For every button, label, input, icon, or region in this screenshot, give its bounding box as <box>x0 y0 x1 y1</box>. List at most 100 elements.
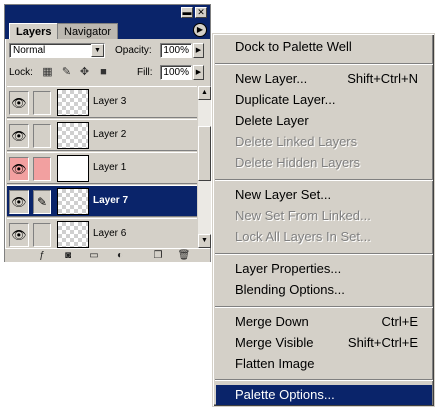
menu-item-label: New Layer Set... <box>235 187 332 202</box>
layer-name: Layer 1 <box>93 162 127 173</box>
eye-icon[interactable]: 👁 <box>9 223 29 247</box>
add-mask-icon[interactable]: ◙ <box>61 249 75 262</box>
layer-row-selected[interactable]: 👁 ✎ Layer 7 <box>7 185 197 217</box>
menu-item-label: Blending Options... <box>235 282 345 297</box>
menu-item-label: Palette Options... <box>235 387 335 402</box>
layer-row[interactable]: 👁 Layer 3 <box>7 86 197 118</box>
blend-row: Normal ▼ Opacity: 100% ▶ <box>5 41 210 61</box>
layer-name: Layer 2 <box>93 129 127 140</box>
menu-separator <box>215 379 433 381</box>
palette-bottom-bar: ƒ ◙ ▭ ◐ ❐ 🗑 <box>5 248 210 262</box>
layer-thumbnail <box>57 188 89 215</box>
menu-item-dock-to-palette-well[interactable]: Dock to Palette Well <box>216 37 432 57</box>
lock-transparency-icon[interactable]: ▦ <box>41 66 54 79</box>
menu-item-label: Delete Linked Layers <box>235 134 358 149</box>
menu-item-flatten-image[interactable]: Flatten Image <box>216 354 432 374</box>
opacity-field[interactable]: 100% <box>160 43 192 58</box>
opacity-label: Opacity: <box>115 45 152 56</box>
scroll-up-icon[interactable]: ▲ <box>198 86 211 100</box>
menu-item-label: Merge Down <box>235 314 309 329</box>
tab-layers[interactable]: Layers <box>9 23 59 39</box>
lock-all-icon[interactable]: ■ <box>97 66 110 79</box>
eye-icon[interactable]: 👁 <box>9 157 29 181</box>
fill-field[interactable]: 100% <box>160 65 192 80</box>
brush-icon[interactable]: ✎ <box>33 190 51 214</box>
fill-arrow-button[interactable]: ▶ <box>193 65 204 80</box>
tab-navigator[interactable]: Navigator <box>57 23 119 39</box>
close-button[interactable]: ✕ <box>195 7 207 18</box>
link-slot[interactable] <box>33 91 51 115</box>
link-slot[interactable] <box>33 157 51 181</box>
menu-item-delete-linked-layers: Delete Linked Layers <box>216 132 432 152</box>
menu-item-label: Delete Layer <box>235 113 309 128</box>
menu-item-label: Layer Properties... <box>235 261 342 276</box>
lock-row: Lock: ▦ ✎ ✥ ■ Fill: 100% ▶ <box>5 63 210 83</box>
menu-item-new-layer[interactable]: New Layer... Shift+Ctrl+N <box>216 69 432 89</box>
trash-icon[interactable]: 🗑 <box>177 249 191 262</box>
menu-item-label: New Set From Linked... <box>235 208 371 223</box>
menu-item-new-set-from-linked: New Set From Linked... <box>216 206 432 226</box>
scroll-thumb[interactable] <box>198 126 211 181</box>
menu-separator <box>215 179 433 181</box>
eye-icon[interactable]: 👁 <box>9 124 29 148</box>
eye-icon[interactable]: 👁 <box>9 91 29 115</box>
layer-thumbnail <box>57 89 89 116</box>
palette-context-menu: Dock to Palette Well New Layer... Shift+C… <box>212 33 435 407</box>
lock-brush-icon[interactable]: ✎ <box>60 66 73 79</box>
layer-name: Layer 7 <box>93 195 129 206</box>
lock-label: Lock: <box>9 67 33 78</box>
palette-tabs: Layers Navigator ▶ <box>5 21 210 39</box>
menu-item-merge-down[interactable]: Merge Down Ctrl+E <box>216 312 432 332</box>
link-slot[interactable] <box>33 223 51 247</box>
menu-separator <box>215 253 433 255</box>
new-layer-icon[interactable]: ❐ <box>151 249 165 262</box>
layer-name: Layer 6 <box>93 228 127 239</box>
menu-item-palette-options[interactable]: Palette Options... <box>216 385 432 405</box>
layer-thumbnail <box>57 155 89 182</box>
menu-item-delete-hidden-layers: Delete Hidden Layers <box>216 153 432 173</box>
menu-item-blending-options[interactable]: Blending Options... <box>216 280 432 300</box>
layer-row[interactable]: 👁 Layer 6 <box>7 218 197 248</box>
chevron-down-icon[interactable]: ▼ <box>91 44 104 57</box>
layer-row[interactable]: 👁 Layer 1 <box>7 152 197 184</box>
layers-scrollbar[interactable]: ▲ ▼ <box>198 86 211 248</box>
fill-label: Fill: <box>137 67 153 78</box>
lock-move-icon[interactable]: ✥ <box>78 66 91 79</box>
layer-name: Layer 3 <box>93 96 127 107</box>
menu-item-new-layer-set[interactable]: New Layer Set... <box>216 185 432 205</box>
palette-menu-button[interactable]: ▶ <box>193 23 207 37</box>
menu-item-shortcut: Shift+Ctrl+E <box>347 335 418 350</box>
layer-row[interactable]: 👁 Layer 2 <box>7 119 197 151</box>
layers-list: 👁 Layer 3 👁 Layer 2 👁 Layer 1 👁 ✎ Layer … <box>7 86 197 248</box>
adjustment-layer-icon[interactable]: ◐ <box>113 249 127 262</box>
menu-separator <box>215 306 433 308</box>
menu-item-shortcut: Shift+Ctrl+N <box>347 71 418 86</box>
menu-item-layer-properties[interactable]: Layer Properties... <box>216 259 432 279</box>
scroll-down-icon[interactable]: ▼ <box>198 234 211 248</box>
blend-mode-select[interactable]: Normal ▼ <box>9 43 105 58</box>
menu-item-label: Lock All Layers In Set... <box>235 229 371 244</box>
opacity-arrow-button[interactable]: ▶ <box>193 43 204 58</box>
link-slot[interactable] <box>33 124 51 148</box>
menu-item-delete-layer[interactable]: Delete Layer <box>216 111 432 131</box>
menu-item-label: Duplicate Layer... <box>235 92 336 107</box>
menu-separator <box>215 63 433 65</box>
layers-palette: ▬ ✕ Layers Navigator ▶ Normal ▼ Opacity:… <box>4 4 211 262</box>
blend-mode-value: Normal <box>13 45 46 56</box>
layer-thumbnail <box>57 221 89 248</box>
menu-item-label: Merge Visible <box>235 335 314 350</box>
menu-item-label: Dock to Palette Well <box>235 39 352 54</box>
menu-item-label: New Layer... <box>235 71 308 86</box>
menu-item-label: Delete Hidden Layers <box>235 155 361 170</box>
menu-item-lock-all-layers-in-set: Lock All Layers In Set... <box>216 227 432 247</box>
minimize-button[interactable]: ▬ <box>181 7 193 18</box>
eye-icon[interactable]: 👁 <box>9 190 29 214</box>
layer-thumbnail <box>57 122 89 149</box>
palette-title-bar[interactable]: ▬ ✕ <box>5 5 210 21</box>
layer-style-icon[interactable]: ƒ <box>35 249 49 262</box>
menu-item-duplicate-layer[interactable]: Duplicate Layer... <box>216 90 432 110</box>
menu-item-merge-visible[interactable]: Merge Visible Shift+Ctrl+E <box>216 333 432 353</box>
new-set-icon[interactable]: ▭ <box>87 249 101 262</box>
menu-item-shortcut: Ctrl+E <box>381 314 418 329</box>
menu-item-label: Flatten Image <box>235 356 315 371</box>
